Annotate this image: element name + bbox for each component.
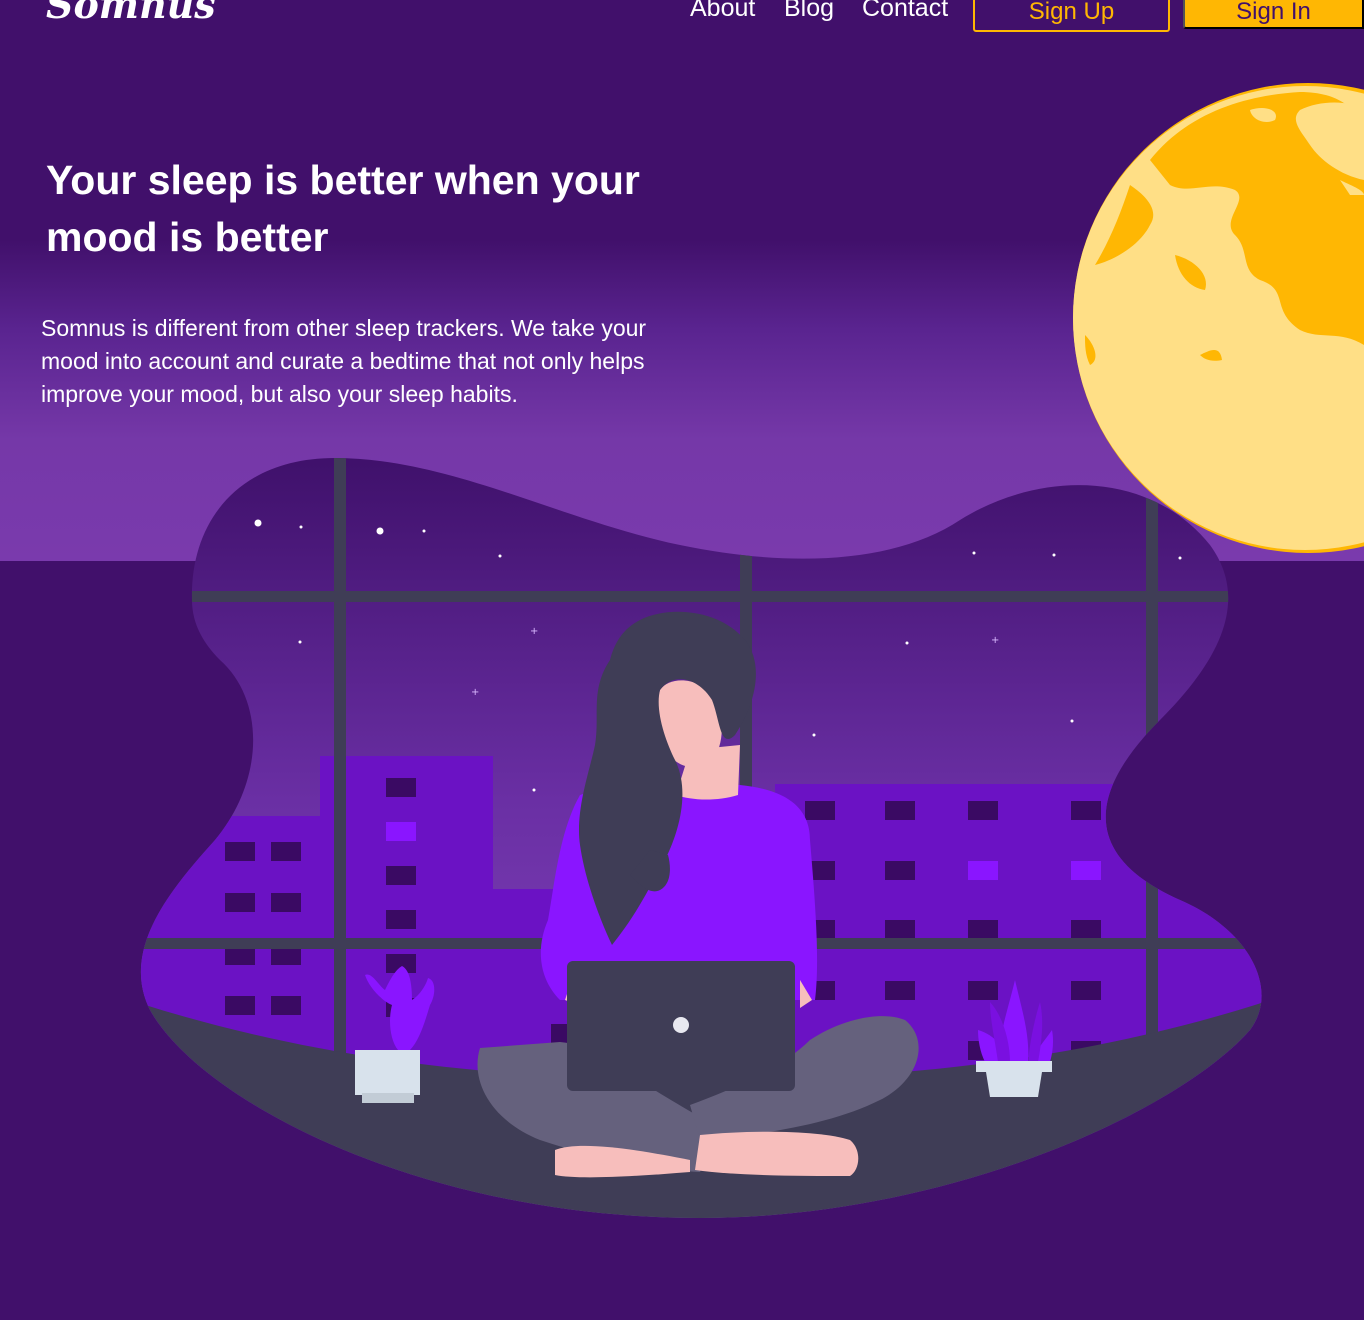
sign-up-button[interactable]: Sign Up bbox=[973, 0, 1170, 32]
svg-text:+: + bbox=[530, 626, 538, 637]
svg-text:+: + bbox=[991, 635, 999, 646]
nav-blog-link[interactable]: Blog bbox=[784, 0, 834, 23]
sign-in-button[interactable]: Sign In bbox=[1183, 0, 1364, 29]
hero-headline: Your sleep is better when your mood is b… bbox=[46, 157, 640, 260]
hero-description: Somnus is different from other sleep tra… bbox=[41, 315, 647, 407]
moon-illustration bbox=[1073, 83, 1364, 553]
svg-text:+: + bbox=[471, 687, 479, 698]
nav-contact-link[interactable]: Contact bbox=[862, 0, 948, 23]
logo[interactable]: Somnus bbox=[46, 0, 216, 27]
nav-about-link[interactable]: About bbox=[690, 0, 755, 23]
